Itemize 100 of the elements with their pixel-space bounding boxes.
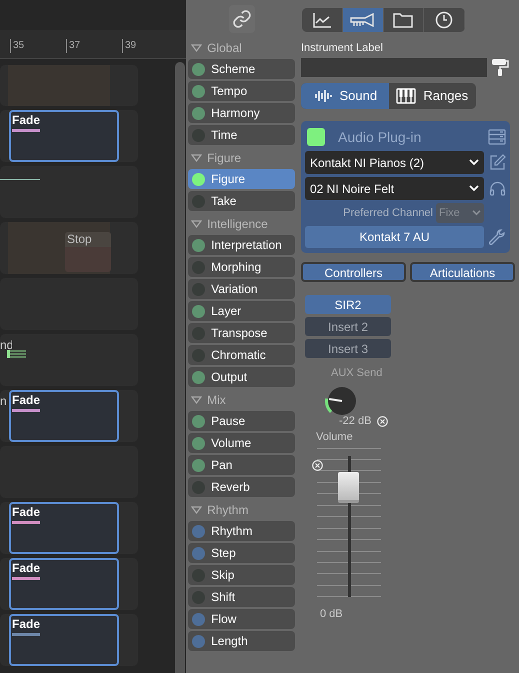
view-tab[interactable] bbox=[302, 8, 343, 32]
trumpet-icon bbox=[350, 13, 376, 27]
dropdown[interactable]: 02 NI Noire Felt bbox=[305, 177, 484, 200]
item-label: Layer bbox=[211, 303, 242, 320]
instrument-label-field[interactable] bbox=[301, 58, 487, 76]
disclosure-triangle-icon[interactable] bbox=[191, 396, 202, 404]
clip-label: Fade bbox=[12, 113, 42, 127]
item-label: Scheme bbox=[211, 61, 256, 78]
ruler-label: 39 bbox=[122, 39, 136, 53]
section-title: Figure bbox=[207, 150, 242, 167]
disclosure-triangle-icon[interactable] bbox=[191, 44, 202, 52]
layer-item[interactable]: Chromatic bbox=[188, 345, 295, 365]
chevron-down-icon bbox=[472, 210, 481, 216]
item-label: Tempo bbox=[211, 83, 248, 100]
layer-item[interactable]: Pause bbox=[188, 411, 295, 431]
disclosure-triangle-icon[interactable] bbox=[191, 506, 202, 514]
layer-item[interactable]: Take bbox=[188, 191, 295, 211]
clock-icon bbox=[435, 11, 454, 29]
layer-item[interactable]: Output bbox=[188, 367, 295, 387]
item-label: Reverb bbox=[211, 479, 250, 496]
insert-slot[interactable]: Insert 2 bbox=[305, 317, 391, 336]
reset-icon[interactable] bbox=[377, 416, 388, 427]
channel-dropdown: Fixe bbox=[436, 203, 484, 223]
section-title: Global bbox=[207, 40, 242, 57]
fader-thumb[interactable] bbox=[338, 472, 359, 503]
clip-label: Stop bbox=[65, 232, 111, 247]
clip-label: Fade bbox=[12, 505, 42, 519]
layer-item[interactable]: Flow bbox=[188, 609, 295, 629]
plugin-button[interactable]: Kontakt 7 AU bbox=[305, 226, 484, 248]
link-icon bbox=[232, 9, 252, 29]
link-button[interactable] bbox=[228, 5, 255, 33]
layer-item[interactable]: Skip bbox=[188, 565, 295, 585]
item-label: Output bbox=[211, 369, 248, 386]
card-title: Audio Plug-in bbox=[338, 128, 422, 147]
folder-icon bbox=[393, 12, 414, 28]
item-label: Harmony bbox=[211, 105, 260, 122]
layer-item[interactable]: Rhythm bbox=[188, 521, 295, 541]
ruler-label: 35 bbox=[10, 39, 24, 53]
panel-button[interactable]: Controllers bbox=[301, 262, 406, 282]
insert-slot[interactable]: SIR2 bbox=[305, 295, 391, 314]
layer-item[interactable]: Volume bbox=[188, 433, 295, 453]
item-label: Interpretation bbox=[211, 237, 282, 254]
volume-reading: 0 dB bbox=[320, 606, 344, 622]
headphones-icon[interactable] bbox=[489, 180, 506, 197]
disclosure-triangle-icon[interactable] bbox=[191, 220, 202, 228]
layer-item[interactable]: Layer bbox=[188, 301, 295, 321]
channel-label: Preferred Channel bbox=[343, 206, 433, 221]
chevron-down-icon bbox=[469, 159, 479, 166]
layer-item[interactable]: Scheme bbox=[188, 59, 295, 79]
tab[interactable]: Sound bbox=[301, 83, 388, 109]
aux-send-reading: -22 dB bbox=[339, 414, 372, 429]
layer-item[interactable]: Reverb bbox=[188, 477, 295, 497]
item-label: Time bbox=[211, 127, 238, 144]
view-tab[interactable] bbox=[384, 8, 424, 32]
paint-roller-icon[interactable] bbox=[490, 57, 510, 77]
panel-button[interactable]: Articulations bbox=[410, 262, 515, 282]
item-label: Volume bbox=[211, 435, 252, 452]
layer-item[interactable]: Time bbox=[188, 125, 295, 145]
section-title: Rhythm bbox=[207, 502, 248, 519]
color-swatch[interactable] bbox=[307, 128, 325, 146]
item-label: Pan bbox=[211, 457, 232, 474]
scrollbar[interactable] bbox=[175, 62, 185, 673]
wrench-icon[interactable] bbox=[489, 228, 506, 246]
insert-slot[interactable]: Insert 3 bbox=[305, 339, 391, 358]
layer-item[interactable]: Shift bbox=[188, 587, 295, 607]
layer-item[interactable]: Length bbox=[188, 631, 295, 651]
fade-clip[interactable]: Fade bbox=[9, 558, 119, 610]
layer-item[interactable]: Tempo bbox=[188, 81, 295, 101]
reset-icon[interactable] bbox=[312, 460, 323, 470]
item-label: Length bbox=[211, 633, 248, 650]
layer-item[interactable]: Pan bbox=[188, 455, 295, 475]
dropdown[interactable]: Kontakt NI Pianos (2) bbox=[305, 151, 484, 174]
ruler-label: 37 bbox=[66, 39, 80, 53]
chart-icon bbox=[312, 12, 332, 28]
clip-label: Fade bbox=[12, 393, 42, 407]
clip-label: Fade bbox=[12, 561, 42, 575]
fade-clip[interactable]: Fade bbox=[9, 614, 119, 666]
list-icon[interactable] bbox=[488, 129, 506, 145]
fade-clip[interactable]: Fade bbox=[9, 502, 119, 554]
layer-item[interactable]: Step bbox=[188, 543, 295, 563]
view-tab[interactable] bbox=[342, 8, 384, 32]
layer-item[interactable]: Interpretation bbox=[188, 235, 295, 255]
layer-item[interactable]: Figure bbox=[188, 169, 295, 189]
fade-clip[interactable]: Fade bbox=[9, 390, 119, 442]
layer-item[interactable]: Morphing bbox=[188, 257, 295, 277]
edit-icon[interactable] bbox=[489, 154, 506, 171]
item-label: Take bbox=[211, 193, 236, 210]
stop-clip[interactable]: Stop bbox=[65, 232, 111, 272]
clip-label: n bbox=[0, 394, 8, 408]
layer-item[interactable]: Transpose bbox=[188, 323, 295, 343]
volume-label: Volume bbox=[316, 430, 354, 444]
chevron-down-icon bbox=[469, 185, 479, 192]
waveform-icon bbox=[312, 89, 332, 103]
item-label: Flow bbox=[211, 611, 236, 628]
piano-keys-icon bbox=[396, 88, 416, 104]
section-title: Mix bbox=[207, 392, 226, 409]
layer-item[interactable]: Variation bbox=[188, 279, 295, 299]
fade-clip[interactable]: Fade bbox=[9, 110, 119, 162]
disclosure-triangle-icon[interactable] bbox=[191, 154, 202, 162]
layer-item[interactable]: Harmony bbox=[188, 103, 295, 123]
